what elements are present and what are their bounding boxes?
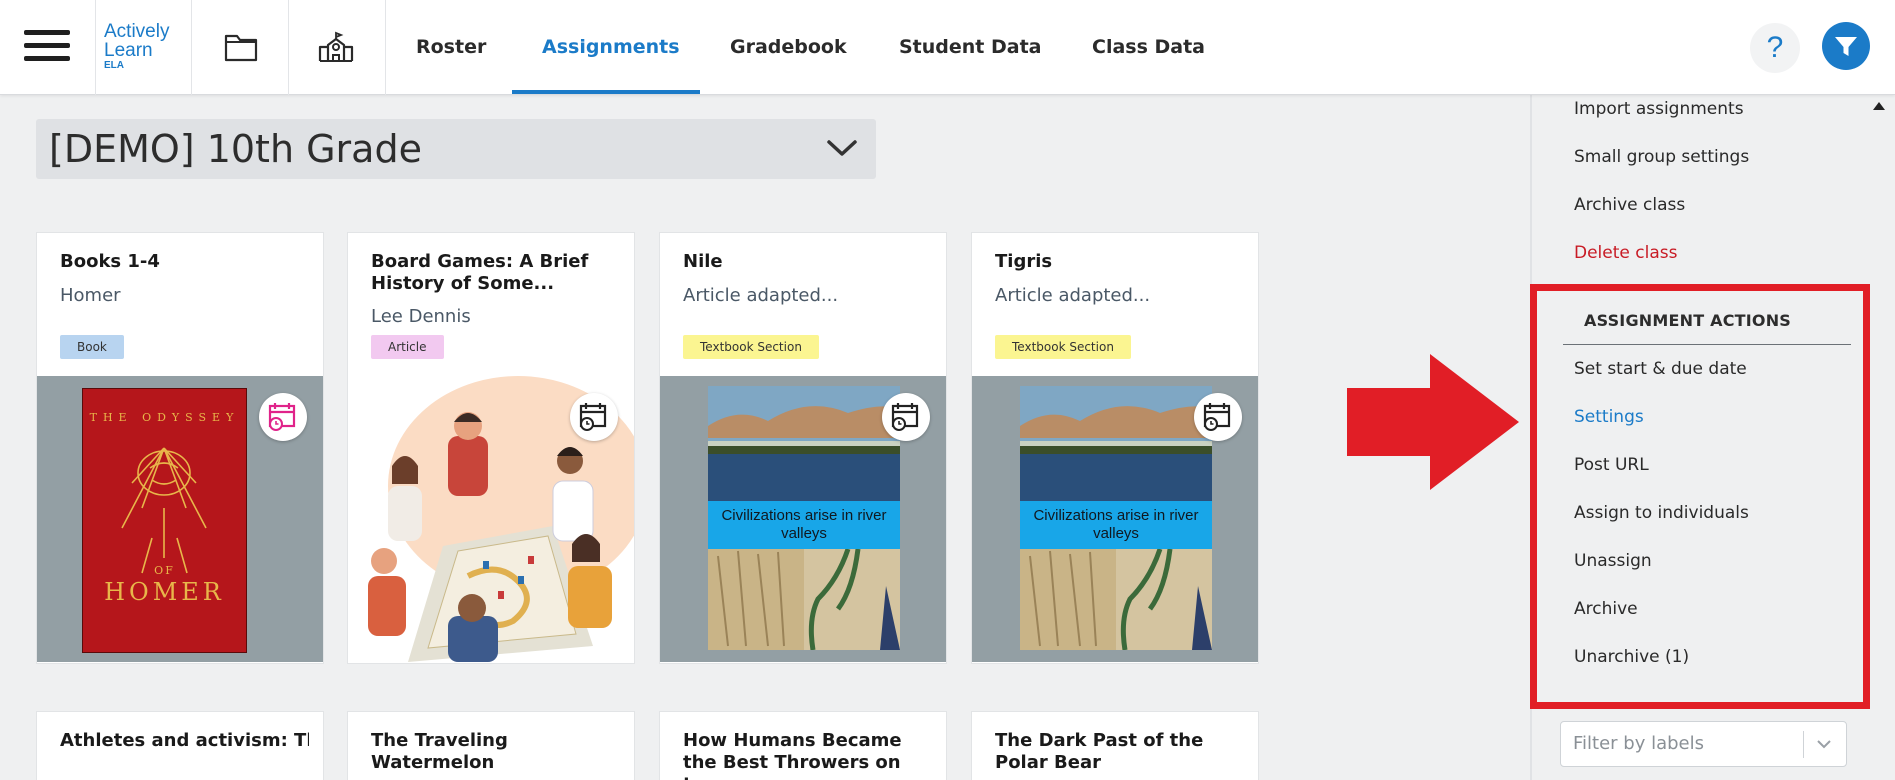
card-author: Article adapted...	[995, 285, 1151, 306]
hamburger-menu-icon[interactable]	[24, 30, 70, 64]
assignment-card[interactable]: The Traveling Watermelon	[347, 711, 635, 780]
tab-gradebook[interactable]: Gradebook	[730, 0, 847, 95]
annotation-arrow	[1347, 354, 1519, 490]
assignment-card[interactable]: The Dark Past of the Polar Bear	[971, 711, 1259, 780]
import-assignments-item[interactable]: Import assignments	[1574, 99, 1744, 119]
scroll-up-arrow-icon[interactable]	[1873, 102, 1885, 110]
river-valley-image: Civilizations arise in river valleys	[1020, 386, 1212, 650]
card-title: How Humans Became the Best Throwers on t…	[683, 730, 902, 780]
small-group-settings-item[interactable]: Small group settings	[1574, 147, 1749, 167]
content-type-badge: Article	[371, 335, 444, 359]
card-title: Tigris	[995, 251, 1053, 272]
active-tab-indicator	[512, 90, 700, 94]
river-valley-image: Civilizations arise in river valleys	[708, 386, 900, 650]
card-cover-image	[348, 376, 634, 662]
card-title: Books 1-4	[60, 251, 160, 272]
content-type-badge: Book	[60, 335, 124, 359]
chevron-down-icon	[827, 140, 857, 156]
schedule-badge[interactable]	[882, 393, 930, 441]
nav-divider	[95, 0, 96, 95]
tab-student-data[interactable]: Student Data	[899, 0, 1042, 95]
nav-divider	[191, 0, 192, 95]
logo-line-1: Actively	[104, 21, 170, 42]
folder-icon[interactable]	[222, 28, 260, 66]
filter-labels-placeholder: Filter by labels	[1573, 733, 1705, 754]
card-title: Board Games: A Brief History of Some...	[371, 251, 589, 294]
assign-to-individuals-item[interactable]: Assign to individuals	[1574, 503, 1749, 523]
assignment-card[interactable]: Books 1-4 Homer Book THE ODYSSEY OF HOME…	[36, 232, 324, 664]
archive-class-item[interactable]: Archive class	[1574, 195, 1685, 215]
funnel-icon	[1835, 37, 1857, 56]
card-cover-image: Civilizations arise in river valleys	[660, 376, 946, 662]
assignment-actions-header: ASSIGNMENT ACTIONS	[1584, 311, 1792, 330]
section-divider	[1563, 344, 1851, 345]
school-building-icon[interactable]	[317, 28, 355, 66]
card-author: Article adapted...	[683, 285, 839, 306]
card-author: Homer	[60, 285, 121, 306]
cover-title: THE ODYSSEY	[89, 411, 240, 424]
archive-item[interactable]: Archive	[1574, 599, 1638, 619]
card-author: Lee Dennis	[371, 306, 471, 327]
tab-class-data[interactable]: Class Data	[1092, 0, 1205, 95]
delete-class-item[interactable]: Delete class	[1574, 243, 1677, 263]
cover-author: HOMER	[104, 578, 225, 606]
card-title: Nile	[683, 251, 723, 272]
assignment-card[interactable]: Athletes and activism: The long, defiant…	[36, 711, 324, 780]
settings-item[interactable]: Settings	[1574, 407, 1644, 427]
card-title: The Traveling Watermelon	[371, 730, 508, 773]
chevron-down-icon	[1817, 740, 1831, 749]
logo-line-2: Learn	[104, 40, 153, 61]
content-type-badge: Textbook Section	[995, 335, 1131, 359]
filter-button[interactable]	[1822, 22, 1870, 70]
set-start-due-date-item[interactable]: Set start & due date	[1574, 359, 1747, 379]
class-selector-value: [DEMO] 10th Grade	[49, 127, 422, 171]
assignment-card[interactable]: Board Games: A Brief History of Some... …	[347, 232, 635, 664]
unassign-item[interactable]: Unassign	[1574, 551, 1652, 571]
top-navigation-bar: Actively Learn ELA Roster Assignments Gr…	[0, 0, 1895, 95]
cover-title-text: THE ODYSSEY	[82, 408, 247, 427]
calendar-clock-icon	[1203, 403, 1231, 431]
tab-assignments[interactable]: Assignments	[542, 0, 680, 95]
nav-divider	[385, 0, 386, 95]
schedule-badge[interactable]	[1194, 393, 1242, 441]
calendar-clock-icon	[891, 403, 919, 431]
class-selector-dropdown[interactable]: [DEMO] 10th Grade	[36, 119, 876, 179]
calendar-clock-pink-icon	[268, 403, 296, 431]
cover-caption: Civilizations arise in river valleys	[1020, 501, 1212, 549]
help-button[interactable]: ?	[1750, 23, 1800, 73]
select-separator	[1803, 731, 1804, 758]
post-url-item[interactable]: Post URL	[1574, 455, 1649, 475]
nav-divider	[288, 0, 289, 95]
cover-of: OF	[154, 564, 175, 577]
schedule-badge[interactable]	[570, 393, 618, 441]
tab-roster[interactable]: Roster	[416, 0, 486, 95]
assignment-card[interactable]: Tigris Article adapted... Textbook Secti…	[971, 232, 1259, 664]
content-type-badge: Textbook Section	[683, 335, 819, 359]
schedule-badge[interactable]	[259, 393, 307, 441]
card-cover-image: Civilizations arise in river valleys	[972, 376, 1258, 662]
assignment-card[interactable]: Nile Article adapted... Textbook Section…	[659, 232, 947, 664]
logo-subject: ELA	[104, 60, 124, 71]
assignment-card[interactable]: How Humans Became the Best Throwers on t…	[659, 711, 947, 780]
card-title: The Dark Past of the Polar Bear	[995, 730, 1204, 773]
card-title: Athletes and activism: The long, defiant…	[60, 730, 309, 751]
actively-learn-logo[interactable]: Actively Learn ELA	[104, 22, 169, 72]
calendar-clock-icon	[579, 403, 607, 431]
odyssey-cover	[82, 388, 247, 653]
actions-side-panel: Import assignments Small group settings …	[1530, 95, 1895, 780]
card-cover-image: THE ODYSSEY OF HOMER	[37, 376, 323, 662]
unarchive-item[interactable]: Unarchive (1)	[1574, 647, 1689, 667]
cover-caption: Civilizations arise in river valleys	[708, 501, 900, 549]
filter-by-labels-select[interactable]: Filter by labels	[1560, 721, 1847, 767]
